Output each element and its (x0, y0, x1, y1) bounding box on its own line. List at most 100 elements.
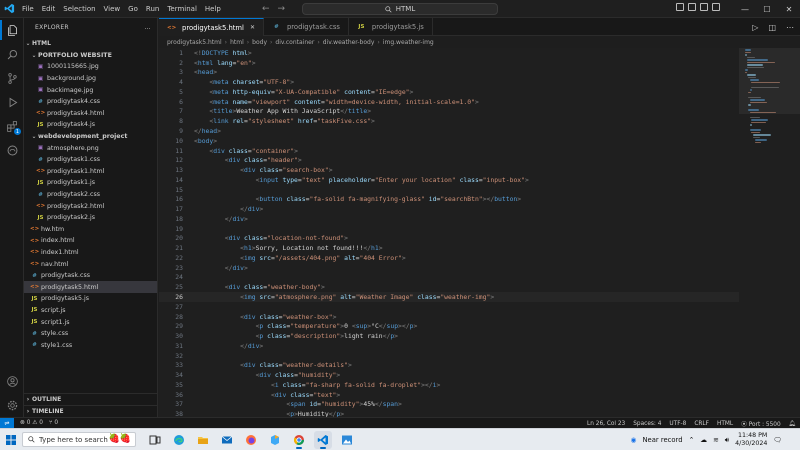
file-explorer-icon[interactable] (194, 431, 212, 449)
timeline-section[interactable]: › TIMELINE (24, 405, 158, 417)
code-line[interactable]: 7 <title>Weather App With JavaScript</ti… (159, 107, 739, 117)
edge-icon[interactable] (170, 431, 188, 449)
code-line[interactable]: 21 <h1>Sorry, Location not found!!!</h1> (159, 243, 739, 253)
tree-file[interactable]: ▣ backimage.jpg (24, 84, 157, 96)
forward-arrow-icon[interactable]: → (278, 4, 286, 14)
code-line[interactable]: 6 <meta name="viewport" content="width=d… (159, 97, 739, 107)
copilot-icon[interactable] (266, 431, 284, 449)
minimize-icon[interactable]: — (734, 0, 756, 18)
menu-item-run[interactable]: Run (142, 0, 163, 18)
tree-file[interactable]: <> index1.html (24, 247, 157, 259)
maximize-icon[interactable]: ☐ (756, 0, 778, 18)
code-line[interactable]: 26 <img src="atmosphere.png" alt="Weathe… (159, 292, 739, 302)
menu-item-edit[interactable]: Edit (38, 0, 60, 18)
edge-devtools-icon[interactable] (0, 138, 24, 162)
run-debug-icon[interactable] (0, 90, 24, 114)
tree-file[interactable]: JS script1.js (24, 316, 157, 328)
code-line[interactable]: 35 <i class="fa-sharp fa-solid fa-drople… (159, 380, 739, 390)
menu-item-help[interactable]: Help (201, 0, 225, 18)
language-mode[interactable]: HTML (717, 421, 733, 427)
tree-file[interactable]: JS script.js (24, 305, 157, 317)
clock[interactable]: 11:48 PM 4/30/2024 (735, 432, 767, 448)
code-line[interactable]: 2 <html lang="en"> (159, 58, 739, 68)
run-icon[interactable]: ▷ (752, 23, 758, 32)
end-of-line[interactable]: CRLF (694, 421, 709, 427)
code-line[interactable]: 38 <p>Humidity</p> (159, 409, 739, 417)
breadcrumb-item[interactable]: body (252, 39, 267, 46)
breadcrumb-item[interactable]: prodigytask5.html (167, 39, 222, 46)
code-line[interactable]: 27 (159, 302, 739, 312)
mail-icon[interactable] (218, 431, 236, 449)
search-icon[interactable] (0, 42, 24, 66)
code-line[interactable]: 33 <div class="weather-details"> (159, 361, 739, 371)
close-tab-icon[interactable]: ✕ (250, 24, 255, 31)
tree-file[interactable]: <> prodigytask5.html (24, 281, 157, 294)
code-line[interactable]: 31 </div> (159, 341, 739, 351)
tree-file[interactable]: <> prodigytask2.html (24, 200, 157, 212)
breadcrumb-item[interactable]: html (230, 39, 244, 46)
tree-file[interactable]: JS prodigytask2.js (24, 212, 157, 224)
tree-file[interactable]: <> index.html (24, 235, 157, 247)
tree-file[interactable]: # prodigytask4.css (24, 96, 157, 108)
tree-folder[interactable]: ⌄ PORTFOLIO WEBSITE (24, 50, 157, 62)
tab-html[interactable]: <> prodigytask5.html ✕ (159, 18, 264, 36)
code-line[interactable]: 8 <link rel="stylesheet" href="taskFive.… (159, 116, 739, 126)
code-line[interactable]: 15 (159, 185, 739, 195)
tree-file[interactable]: # style1.css (24, 339, 157, 351)
code-line[interactable]: 12 <div class="header"> (159, 155, 739, 165)
minimap[interactable] (739, 48, 800, 417)
problems-indicator[interactable]: ⊗ 0 ⚠ 0 (20, 420, 43, 426)
code-line[interactable]: 23 </div> (159, 263, 739, 273)
breadcrumb-item[interactable]: div.container (275, 39, 314, 46)
task-view-icon[interactable] (146, 431, 164, 449)
code-line[interactable]: 25 <div class="weather-body"> (159, 282, 739, 292)
breadcrumb-item[interactable]: div.weather-body (323, 39, 375, 46)
code-line[interactable]: 37 <span id="humidity">45%</span> (159, 400, 739, 410)
tree-file[interactable]: # prodigytask2.css (24, 189, 157, 201)
code-line[interactable]: 19 (159, 224, 739, 234)
code-line[interactable]: 3 <head> (159, 68, 739, 78)
code-line[interactable]: 22 <img src="/assets/404.png" alt="404 E… (159, 253, 739, 263)
code-line[interactable]: 17 </div> (159, 204, 739, 214)
tree-file[interactable]: # prodigytask.css (24, 270, 157, 282)
photos-app-icon[interactable] (338, 431, 356, 449)
code-line[interactable]: 11 <div class="container"> (159, 146, 739, 156)
source-control-icon[interactable] (0, 66, 24, 90)
volume-icon[interactable]: 🔊︎ (725, 436, 729, 445)
more-actions-icon[interactable]: ⋯ (786, 23, 794, 32)
cursor-position[interactable]: Ln 26, Col 23 (587, 421, 625, 427)
back-arrow-icon[interactable]: ← (262, 4, 270, 14)
code-line[interactable]: 14 <input type="text" placeholder="Enter… (159, 175, 739, 185)
indentation[interactable]: Spaces: 4 (633, 421, 661, 427)
notifications-icon[interactable]: 🗨︎ (773, 436, 782, 444)
code-line[interactable]: 5 <meta http-equiv="X-UA-Compatible" con… (159, 87, 739, 97)
tree-file[interactable]: <> prodigytask1.html (24, 166, 157, 178)
tree-file[interactable]: JS prodigytask1.js (24, 177, 157, 189)
tree-file[interactable]: JS prodigytask4.js (24, 119, 157, 131)
tree-file[interactable]: JS prodigytask5.js (24, 293, 157, 305)
tree-file[interactable]: <> prodigytask4.html (24, 108, 157, 120)
close-icon[interactable]: ✕ (778, 0, 800, 18)
menu-item-file[interactable]: File (18, 0, 38, 18)
tree-file[interactable]: ▣ atmosphere.png (24, 142, 157, 154)
menu-item-view[interactable]: View (100, 0, 125, 18)
code-line[interactable]: 28 <div class="weather-box"> (159, 312, 739, 322)
windows-start-icon[interactable] (0, 429, 22, 450)
live-server-port[interactable]: ⦿ Port : 5500 (741, 419, 781, 428)
split-editor-icon[interactable]: ◫ (768, 23, 776, 32)
vscode-taskbar-icon[interactable] (314, 430, 332, 449)
code-line[interactable]: 10 <body> (159, 136, 739, 146)
code-line[interactable]: 9 </head> (159, 126, 739, 136)
manage-gear-icon[interactable] (0, 393, 24, 417)
command-center[interactable]: HTML (302, 3, 498, 15)
near-record-label[interactable]: Near record (642, 436, 682, 444)
near-record-icon[interactable]: ◉ (631, 436, 637, 444)
notifications-bell-icon[interactable]: 🔔︎ (789, 421, 796, 427)
code-line[interactable]: 30 <p class="description">light rain</p> (159, 331, 739, 341)
code-line[interactable]: 36 <div class="text"> (159, 390, 739, 400)
toggle-sidebar-icon[interactable] (676, 3, 684, 11)
code-editor[interactable]: 1 <!DOCTYPE html> 2 <html lang="en"> 3 <head>… (159, 48, 739, 417)
toggle-secondary-sidebar-icon[interactable] (700, 3, 708, 11)
tray-chevron-icon[interactable]: ⌃ (689, 436, 695, 444)
ports-indicator[interactable]: ⑂ 0 (49, 420, 58, 426)
